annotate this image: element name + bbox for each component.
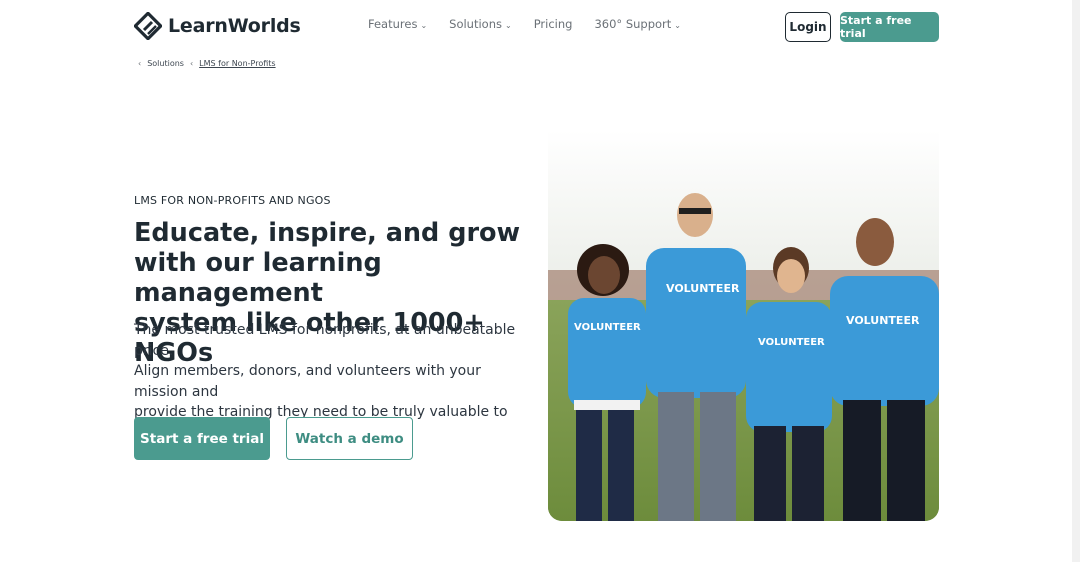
brand-logo[interactable]: LearnWorlds (134, 12, 301, 40)
breadcrumb: ‹ Solutions ‹ LMS for Non-Profits (138, 59, 276, 68)
nav-item-support[interactable]: 360° Support ⌄ (594, 17, 681, 31)
chevron-left-icon: ‹ (138, 59, 142, 68)
headline-line: with our learning management (134, 248, 382, 308)
chevron-down-icon: ⌄ (674, 20, 681, 30)
nav-label: Pricing (533, 17, 573, 31)
nav-label: Features (368, 17, 418, 31)
headline-line: Educate, inspire, and grow (134, 218, 521, 248)
description-line: The most trusted LMS for nonprofits, at … (134, 322, 516, 359)
shirt-text: VOLUNTEER (846, 314, 920, 327)
watch-demo-button[interactable]: Watch a demo (286, 417, 413, 460)
chevron-left-icon: ‹ (189, 59, 194, 68)
hero-volunteers-image: VOLUNTEER VOLUNTEER VOLUNTEER VOLUNTEER (548, 130, 939, 521)
description-line: Align members, donors, and volunteers wi… (134, 363, 481, 400)
header-trial-button[interactable]: Start a free trial (840, 12, 939, 42)
nav-label: 360° Support (594, 17, 672, 31)
nav-item-pricing[interactable]: Pricing (534, 17, 573, 31)
breadcrumb-current[interactable]: LMS for Non-Profits (199, 59, 275, 68)
diamond-logo-icon (134, 12, 162, 40)
breadcrumb-solutions[interactable]: Solutions (147, 59, 184, 68)
nav-item-solutions[interactable]: Solutions ⌄ (449, 17, 512, 31)
brand-name: LearnWorlds (168, 15, 301, 37)
main-nav: Features ⌄ Solutions ⌄ Pricing 360° Supp… (368, 17, 681, 31)
start-trial-button[interactable]: Start a free trial (134, 417, 270, 460)
login-button[interactable]: Login (785, 12, 831, 42)
nav-item-features[interactable]: Features ⌄ (368, 17, 427, 31)
nav-label: Solutions (449, 17, 502, 31)
shirt-text: VOLUNTEER (666, 282, 740, 295)
chevron-down-icon: ⌄ (505, 20, 512, 30)
shirt-text: VOLUNTEER (574, 322, 641, 333)
shirt-text: VOLUNTEER (758, 337, 825, 348)
site-header: LearnWorlds Features ⌄ Solutions ⌄ Prici… (0, 0, 1080, 52)
page-scrollbar[interactable] (1072, 0, 1080, 562)
hero-eyebrow: LMS FOR NON-PROFITS AND NGOS (134, 194, 331, 207)
chevron-down-icon: ⌄ (420, 20, 428, 30)
